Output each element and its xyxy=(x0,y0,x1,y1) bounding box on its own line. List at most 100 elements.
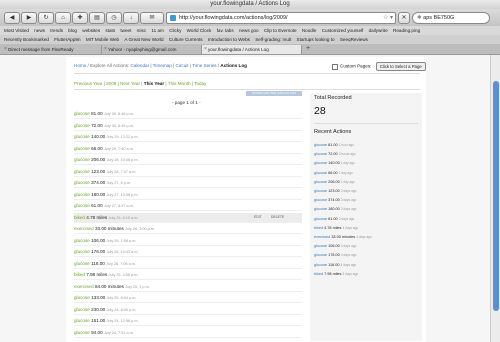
log-entry[interactable]: glucose 81.00 July 30, 8:48 p.m. xyxy=(74,109,302,119)
recent-action-name[interactable]: glucose xyxy=(314,152,327,156)
download-csv-button[interactable]: DOWNLOAD THE DATA AS CSV xyxy=(246,91,302,96)
log-entry[interactable]: biked 7.98 miles July 25, 4:58 p.m. xyxy=(74,270,302,280)
entry-action[interactable]: glucose xyxy=(74,261,90,266)
entry-action[interactable]: glucose xyxy=(74,169,90,174)
log-entry[interactable]: glucose 72.00 July 30, 6:45 p.m. xyxy=(74,121,302,131)
log-entry[interactable]: glucose 206.00 July 28, 10:46 p.m. xyxy=(74,155,302,165)
tab-actions-log[interactable]: × your.flowingdata / Actions Log xyxy=(202,45,302,54)
bookmark-item[interactable]: dailywrite xyxy=(369,28,388,33)
recent-action-name[interactable]: biked xyxy=(314,226,323,230)
recent-action-item[interactable]: glucose 180.00 3 days ago xyxy=(314,207,356,212)
entry-action[interactable]: glucose xyxy=(74,318,90,323)
log-entry[interactable]: biked 4.78 miles July 26, 6:15 a.m. EDIT D… xyxy=(74,212,302,223)
recent-action-item[interactable]: glucose 61.00 3 days ago xyxy=(314,217,354,222)
next-year-link[interactable]: Next Year xyxy=(120,81,140,86)
bookmark-button[interactable]: ✚ xyxy=(72,12,88,24)
entry-action[interactable]: glucose xyxy=(74,157,90,162)
bookmark-item[interactable]: 11 am xyxy=(151,28,163,33)
entry-action[interactable]: glucose xyxy=(74,111,90,116)
bookmark-item[interactable]: MIT Mobile Web xyxy=(86,37,119,42)
entry-action[interactable]: biked xyxy=(74,215,85,220)
entry-action[interactable]: glucose xyxy=(74,134,90,139)
bookmark-item[interactable]: news xyxy=(34,28,45,33)
recent-action-name[interactable]: exercised xyxy=(314,235,330,239)
this-year-link[interactable]: This Year xyxy=(144,81,164,86)
recent-action-name[interactable]: glucose xyxy=(314,263,327,267)
recent-action-name[interactable]: biked xyxy=(314,272,323,276)
breadcrumb-home[interactable]: Home xyxy=(74,63,86,68)
breadcrumb-timemap[interactable]: Timemap xyxy=(153,63,172,68)
recent-action-item[interactable]: glucose 106.00 4 days ago xyxy=(314,244,356,249)
address-bar[interactable]: http://your.flowingdata.com/actions/log/… xyxy=(166,12,396,24)
recent-action-item[interactable]: glucose 140.00 1 day ago xyxy=(314,161,355,166)
close-tab-icon[interactable]: × xyxy=(204,45,207,54)
close-tab-icon[interactable]: × xyxy=(104,45,107,54)
bookmark-item[interactable]: A Great New World xyxy=(124,37,163,42)
bookmark-item[interactable]: Recently Bookmarked xyxy=(4,37,49,42)
bookmark-item[interactable]: Culture Currents xyxy=(169,37,203,42)
recent-action-name[interactable]: glucose xyxy=(314,143,327,147)
recent-action-item[interactable]: glucose 176.00 4 days ago xyxy=(314,253,356,258)
entry-action[interactable]: glucose xyxy=(74,330,90,335)
delete-button[interactable]: DELETE xyxy=(271,213,284,222)
bookmark-item[interactable]: Customized yourself xyxy=(322,28,364,33)
entry-action[interactable]: glucose xyxy=(74,238,90,243)
recent-action-item[interactable]: glucose 72.00 3 hours ago xyxy=(314,152,356,157)
close-tab-icon[interactable]: × xyxy=(4,45,7,54)
breadcrumb-time-series[interactable]: Time Series xyxy=(192,63,216,68)
recent-action-item[interactable]: glucose 206.00 1 day ago xyxy=(314,180,355,185)
bookmark-item[interactable]: tweet xyxy=(120,28,131,33)
entry-action[interactable]: biked xyxy=(74,272,85,277)
log-entry[interactable]: glucose 123.00 July 28, 7:07 a.m. xyxy=(74,167,302,177)
breadcrumb-calendar[interactable]: Calendar xyxy=(130,63,149,68)
bookmark-item[interactable]: misc xyxy=(137,28,146,33)
recent-action-item[interactable]: exercised 33.00 minutes 4 days ago xyxy=(314,235,372,240)
breadcrumb-circuit[interactable]: Circuit xyxy=(176,63,189,68)
history-button[interactable]: ◷ xyxy=(106,12,122,24)
log-entry[interactable]: exercised 84.00 minutes July 25, 1 p.m. xyxy=(74,282,302,292)
bookmark-item[interactable]: websites xyxy=(82,28,100,33)
entry-action[interactable]: exercised xyxy=(74,226,94,231)
entry-action[interactable]: glucose xyxy=(74,307,90,312)
bookmark-item[interactable]: SeeqReviews xyxy=(340,37,368,42)
recent-action-name[interactable]: glucose xyxy=(314,253,327,257)
custom-page-select[interactable]: Click to Select a Page xyxy=(375,62,426,71)
log-entry[interactable]: glucose 176.00 July 26, 10:43 a.m. xyxy=(74,247,302,257)
scrollbar[interactable] xyxy=(490,55,500,342)
log-entry[interactable]: glucose 106.00 July 26, 1:58 p.m. xyxy=(74,236,302,246)
bookmark-item[interactable]: Startups looking to xyxy=(297,37,335,42)
bookmark-item[interactable]: Self-grading: mult xyxy=(255,37,291,42)
recent-action-item[interactable]: glucose 123.00 2 days ago xyxy=(314,189,356,194)
bookmark-item[interactable]: Most Visited xyxy=(4,28,29,33)
log-entry[interactable]: glucose 230.00 July 24, 8:06 p.m. xyxy=(74,305,302,315)
bookmark-item[interactable]: FlutterApp9n xyxy=(54,37,80,42)
recent-action-item[interactable]: glucose 66.00 1 day ago xyxy=(314,171,353,176)
print-button[interactable]: ▤ xyxy=(89,12,105,24)
recent-action-item[interactable]: glucose 81.00 1 hour ago xyxy=(314,143,354,148)
log-entry[interactable]: glucose 180.00 July 27, 10:38 p.m. xyxy=(74,190,302,200)
log-entry[interactable]: glucose 116.00 July 26, 7:06 a.m. xyxy=(74,259,302,269)
recent-action-item[interactable]: glucose 116.00 4 days ago xyxy=(314,263,356,268)
log-entry[interactable]: glucose 66.00 July 29, 7:40 a.m. xyxy=(74,144,302,154)
recent-action-name[interactable]: glucose xyxy=(314,207,327,211)
entry-action[interactable]: glucose xyxy=(74,123,90,128)
bookmark-item[interactable]: news goo xyxy=(239,28,259,33)
log-entry[interactable]: glucose 140.00 July 29, 12:22 p.m. xyxy=(74,132,302,142)
recent-action-name[interactable]: glucose xyxy=(314,171,327,175)
bookmark-item[interactable]: fav. tabs xyxy=(217,28,234,33)
recent-action-name[interactable]: glucose xyxy=(314,217,327,221)
recent-action-item[interactable]: glucose 374.00 3 days ago xyxy=(314,198,356,203)
entry-action[interactable]: glucose xyxy=(74,192,90,197)
search-input[interactable]: ✱ aps BE750G xyxy=(412,12,490,24)
tab-direct-message[interactable]: × Direct message from FlexReady xyxy=(2,45,102,54)
log-entry[interactable]: glucose 151.00 July 24, 12:58 p.m. xyxy=(74,316,302,326)
previous-year-link[interactable]: Previous Year xyxy=(74,81,102,86)
log-entry[interactable]: glucose 133.00 July 25, 8:04 p.m. xyxy=(74,293,302,303)
bookmark-item[interactable]: stats xyxy=(105,28,115,33)
entry-action[interactable]: glucose xyxy=(74,249,90,254)
bookmark-item[interactable]: Clip to Evernote xyxy=(264,28,297,33)
bookmark-item[interactable]: trends xyxy=(50,28,63,33)
share-button[interactable]: ✉ xyxy=(140,12,164,24)
edit-button[interactable]: EDIT xyxy=(254,213,262,222)
recent-action-name[interactable]: glucose xyxy=(314,244,327,248)
